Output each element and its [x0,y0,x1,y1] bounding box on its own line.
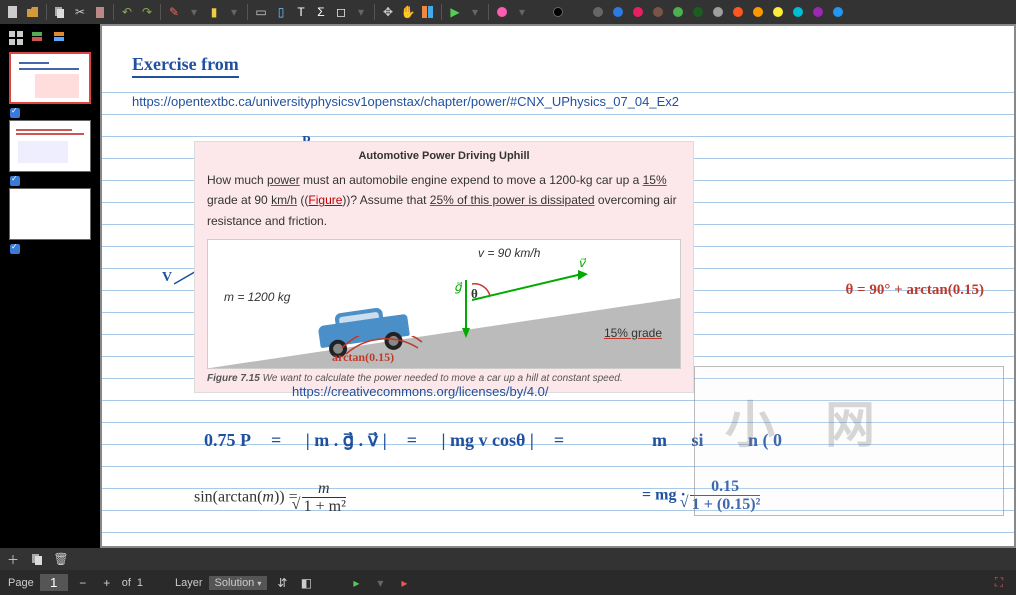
sum-tool-icon[interactable]: Σ [312,3,330,21]
layer-label: Layer [175,577,203,589]
thumbnail-3[interactable] [9,188,91,240]
thumb-check-1[interactable] [10,108,20,118]
layers2-icon[interactable] [52,30,68,46]
color-yellow[interactable] [769,3,787,21]
thumb-check-3[interactable] [10,244,20,254]
dropdown-icon[interactable]: ▾ [225,3,243,21]
dropdown-icon[interactable]: ▾ [185,3,203,21]
color-green[interactable] [669,3,687,21]
problem-heading: Automotive Power Driving Uphill [207,150,681,162]
annotation-arctan: arctan(0.15) [332,350,394,365]
eraser-icon[interactable]: ▭ [252,3,270,21]
cut-icon[interactable]: ✂ [71,3,89,21]
top-toolbar: ✂ ↶ ↷ ✎ ▾ ▮ ▾ ▭ ▯ T Σ ◻ ▾ ✥ ✋ ▶ ▾ ▾ [0,0,1016,24]
cc-link: https://creativecommons.org/licenses/by/… [292,384,549,399]
flag-red-icon[interactable]: ▸ [395,574,413,592]
thumbnail-2[interactable] [9,120,91,172]
color-purple[interactable] [809,3,827,21]
open-folder-icon[interactable] [24,3,42,21]
duplicate-page-icon[interactable] [28,550,46,568]
layer-lock-icon[interactable]: ⇵ [273,574,291,592]
layers-icon[interactable] [30,30,46,46]
dropdown-icon[interactable]: ▾ [352,3,370,21]
page-number-input[interactable] [40,574,68,591]
color-cyan[interactable] [789,3,807,21]
color-dark[interactable] [569,3,587,21]
diagram-grade: 15% grade [604,326,662,340]
page-total: 1 [137,577,143,589]
copy-icon[interactable] [51,3,69,21]
delete-page-icon[interactable]: 🗑 [52,550,70,568]
shape-tool-icon[interactable]: ◻ [332,3,350,21]
color-blue[interactable] [609,3,627,21]
thumbs-icon[interactable] [8,30,24,46]
color-darkgreen[interactable] [689,3,707,21]
diagram-v-vec: v⃗ [578,256,585,270]
footer-toolbar: ＋ 🗑 [0,548,1016,570]
equation-line1: 0.75 P= | m . g⃗ . v⃗ |= | mg v cosθ |= [194,430,574,451]
clipboard-icon[interactable] [91,3,109,21]
hand-tool-icon[interactable]: ✋ [399,3,417,21]
color-gray[interactable] [589,3,607,21]
new-file-icon[interactable] [4,3,22,21]
problem-text: How much power must an automobile engine… [207,170,681,231]
color-orange[interactable] [729,3,747,21]
fullscreen-icon[interactable]: ⛶ [990,574,1008,592]
figure-caption: Figure 7.15 We want to calculate the pow… [207,373,681,384]
redo-icon[interactable]: ↷ [138,3,156,21]
problem-box: Automotive Power Driving Uphill How much… [194,141,694,393]
dropdown-icon[interactable]: ▾ [513,3,531,21]
color-brown[interactable] [649,3,667,21]
page-label: Page [8,577,34,589]
diagram-velocity: v = 90 km/h [478,246,540,260]
source-url: https://opentextbc.ca/universityphysicsv… [132,94,679,109]
problem-diagram: m = 1200 kg v = 90 km/h g⃗ v⃗ θ 15% grad… [207,239,681,369]
sidebar [0,24,100,548]
color-silver[interactable] [709,3,727,21]
status-bar: Page − + of 1 Layer Solution ▾ ⇵ ◧ ▸ ▾ ▸… [0,570,1016,595]
diagram-theta: θ [471,286,478,302]
annotation-theta-eq: θ = 90° + arctan(0.15) [845,282,984,299]
layer-selector[interactable]: Solution ▾ [209,576,268,590]
undo-icon[interactable]: ↶ [118,3,136,21]
thumb-check-2[interactable] [10,176,20,186]
color-skyblue[interactable] [829,3,847,21]
color-black[interactable] [549,3,567,21]
flag-green-icon[interactable]: ▸ [347,574,365,592]
annotation-v: V [162,270,172,286]
play-icon[interactable]: ▶ [446,3,464,21]
page-prev-icon[interactable]: − [74,574,92,592]
pen-icon[interactable]: ✎ [165,3,183,21]
flag-dropdown-icon[interactable]: ▾ [371,574,389,592]
text-tool-icon[interactable]: T [292,3,310,21]
highlighter-icon[interactable]: ▮ [205,3,223,21]
dropdown-icon[interactable]: ▾ [466,3,484,21]
select-rect-icon[interactable]: ▯ [272,3,290,21]
layer-vis-icon[interactable]: ◧ [297,574,315,592]
page-of-label: of [122,577,131,589]
color-magenta[interactable] [629,3,647,21]
main-area: Exercise from https://opentextbc.ca/univ… [0,24,1016,548]
ruler-icon[interactable] [419,3,437,21]
thumbnail-1[interactable] [9,52,91,104]
page-next-icon[interactable]: + [98,574,116,592]
color-amber[interactable] [749,3,767,21]
add-page-icon[interactable]: ＋ [4,550,22,568]
equation-identity: sin(arctan(m)) = m 1 + m² [194,480,346,516]
page-title: Exercise from [132,54,239,78]
watermark-overlay: 小 网 [694,366,1004,516]
nav-tool-icon[interactable]: ✥ [379,3,397,21]
canvas[interactable]: Exercise from https://opentextbc.ca/univ… [100,24,1016,548]
diagram-mass: m = 1200 kg [224,290,290,304]
current-color-dot[interactable] [493,3,511,21]
